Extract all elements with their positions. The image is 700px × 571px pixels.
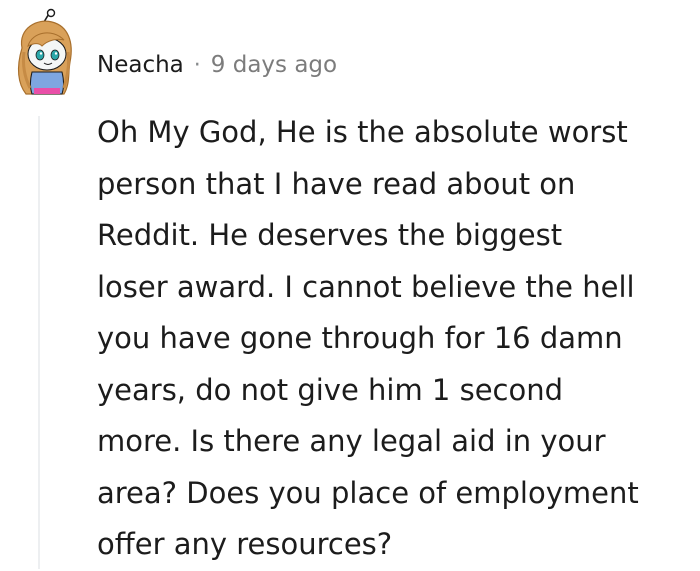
comment-header: Neacha · 9 days ago (97, 50, 337, 80)
comment-body: Oh My God, He is the absolute worst pers… (97, 107, 697, 571)
thread-line[interactable] (38, 116, 40, 569)
timestamp-link[interactable]: 9 days ago (211, 52, 337, 78)
comment-body-line: Reddit. He deserves the biggest (97, 218, 563, 252)
meta-separator: · (193, 52, 201, 78)
snoo-avatar-icon (17, 8, 72, 95)
comment-body-line: years, do not give him 1 second (97, 372, 564, 407)
comment-body-line: you have gone through for 16 damn (97, 321, 623, 355)
comment: Neacha · 9 days ago Oh My God, He is the… (0, 0, 700, 569)
comment-body-line: more. Is there any legal aid in your (97, 424, 606, 458)
comment-body-line: loser award. I cannot believe the hell (97, 269, 635, 304)
comment-body-line: person that I have read about on (97, 166, 576, 201)
comment-body-line: offer any resources? (97, 527, 393, 561)
avatar[interactable] (8, 8, 80, 104)
username-link[interactable]: Neacha (97, 52, 184, 78)
comment-body-line: Oh My God, He is the absolute worst (97, 115, 628, 149)
comment-body-line: area? Does you place of employment (97, 475, 639, 510)
